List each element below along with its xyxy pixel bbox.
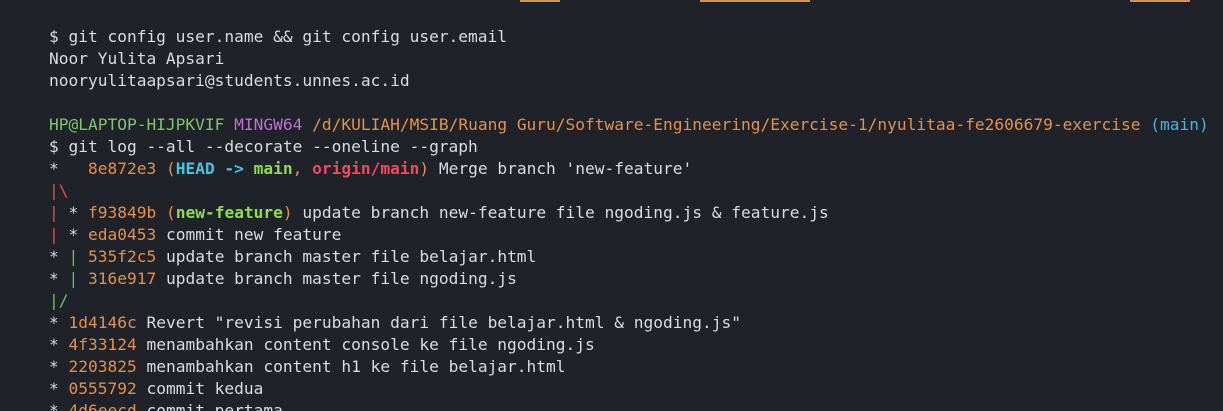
- output-user-email: nooryulitaapsari@students.unnes.ac.id: [10, 48, 410, 90]
- refs-separator: ,: [292, 159, 313, 178]
- log-line: * | 316e917 update branch master file ng…: [10, 246, 517, 288]
- graph-marker: *: [48, 401, 69, 411]
- log-line: | * f93849b (new-feature) update branch …: [10, 180, 829, 222]
- refs-close: ): [419, 159, 430, 178]
- commit-hash: 4d6eecd: [68, 401, 137, 411]
- commit-hash: 8e872e3: [87, 159, 157, 178]
- log-line: * | 535f2c5 update branch master file be…: [10, 224, 536, 266]
- graph-space: [78, 269, 88, 288]
- log-line: * 1d4146c Revert "revisi perubahan dari …: [10, 290, 741, 332]
- log-graph-line: |/: [10, 268, 69, 310]
- output-user-name: Noor Yulita Apsari: [10, 26, 224, 68]
- log-line: * 0555792 commit kedua: [10, 356, 263, 398]
- commit-message: update branch new-feature file ngoding.j…: [292, 203, 829, 222]
- commit-hash: 316e917: [87, 269, 157, 288]
- log-line: * 8e872e3 (HEAD -> main, origin/main) Me…: [10, 136, 692, 178]
- refs-open: (: [156, 159, 176, 178]
- graph-branch-line: |: [68, 269, 79, 288]
- prompt-branch: (main): [1150, 115, 1209, 134]
- shell-prompt: HP@LAPTOP-HIJPKVIF MINGW64 /d/KULIAH/MSI…: [10, 92, 1209, 134]
- origin-ref: origin/main: [312, 159, 420, 178]
- log-line: * 2203825 menambahkan content h1 ke file…: [10, 334, 566, 376]
- log-graph-line: |\: [10, 158, 69, 200]
- user-email-value: nooryulitaapsari@students.unnes.ac.id: [48, 71, 410, 90]
- head-ref: HEAD ->: [175, 159, 254, 178]
- clipped-previous-line: [0, 0, 1223, 3]
- config-command-line: $ git config user.name && git config use…: [10, 4, 507, 46]
- terminal-window[interactable]: $ git config user.name && git config use…: [0, 0, 1223, 411]
- log-command-line: $ git log --all --decorate --oneline --g…: [10, 114, 478, 156]
- commit-message: Merge branch 'new-feature': [429, 159, 693, 178]
- commit-message: update branch master file ngoding.js: [156, 269, 517, 288]
- commit-message: commit pertama: [136, 401, 283, 411]
- log-line: * 4f33124 menambahkan content console ke…: [10, 312, 595, 354]
- main-ref: main: [253, 159, 293, 178]
- log-line: * 4d6eecd commit pertama: [10, 378, 283, 411]
- log-line: | * eda0453 commit new feature: [10, 202, 341, 244]
